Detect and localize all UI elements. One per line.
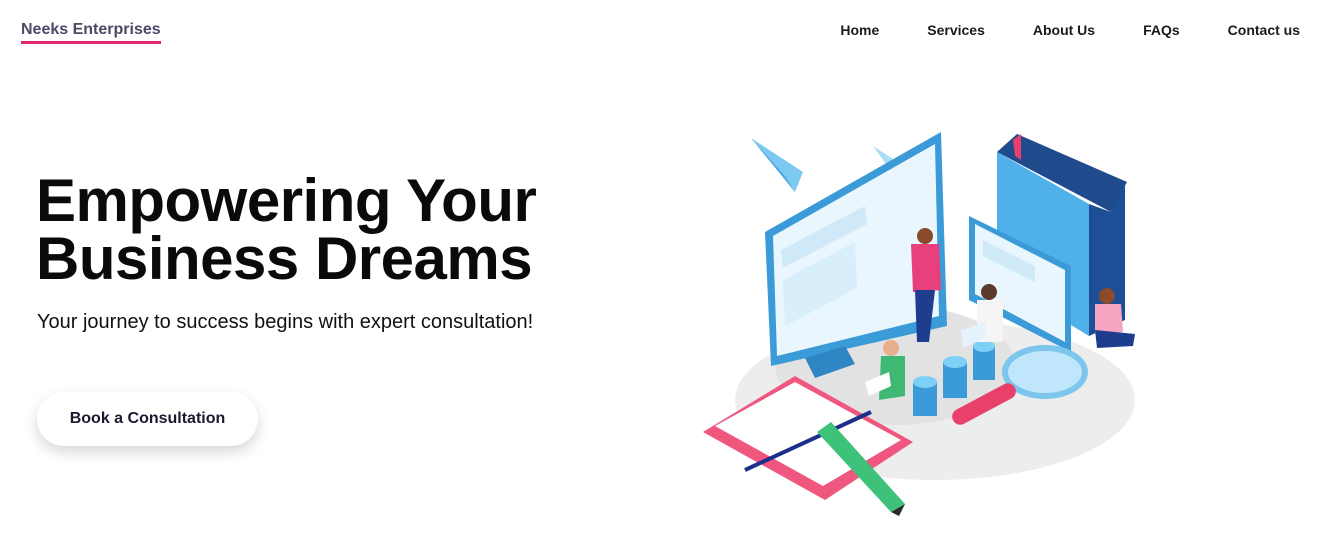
- person-right-body: [1095, 304, 1123, 334]
- magnifier-icon: [1002, 345, 1088, 399]
- person-laptop-head: [981, 284, 997, 300]
- person-standing-body: [911, 244, 941, 292]
- person-right-head: [1099, 288, 1115, 304]
- paper-plane-icon: [751, 138, 803, 192]
- nav-home[interactable]: Home: [840, 21, 879, 39]
- hero-title-line-1: Empowering Your: [36, 167, 537, 234]
- person-reading-head: [883, 340, 899, 356]
- chart-bar-2-top: [943, 356, 967, 368]
- book-consultation-button[interactable]: Book a Consultation: [37, 392, 258, 446]
- person-right-legs: [1095, 330, 1135, 348]
- nav-faqs[interactable]: FAQs: [1143, 21, 1180, 39]
- nav-about-us[interactable]: About Us: [1033, 21, 1095, 39]
- nav-contact-us[interactable]: Contact us: [1228, 21, 1300, 39]
- nav-services[interactable]: Services: [927, 21, 985, 39]
- main-nav: Home Services About Us FAQs Contact us: [792, 21, 1300, 39]
- hero-title-line-2: Business Dreams: [36, 225, 533, 292]
- site-header: Neeks Enterprises Home Services About Us…: [0, 0, 1322, 60]
- hero-subtitle: Your journey to success begins with expe…: [37, 311, 534, 333]
- person-standing-head: [917, 228, 933, 244]
- brand-logo-link[interactable]: Neeks Enterprises: [21, 21, 161, 44]
- business-consultation-illustration: [703, 132, 1135, 516]
- hero-title: Empowering Your Business Dreams: [36, 171, 636, 289]
- chart-bar-1-top: [913, 376, 937, 388]
